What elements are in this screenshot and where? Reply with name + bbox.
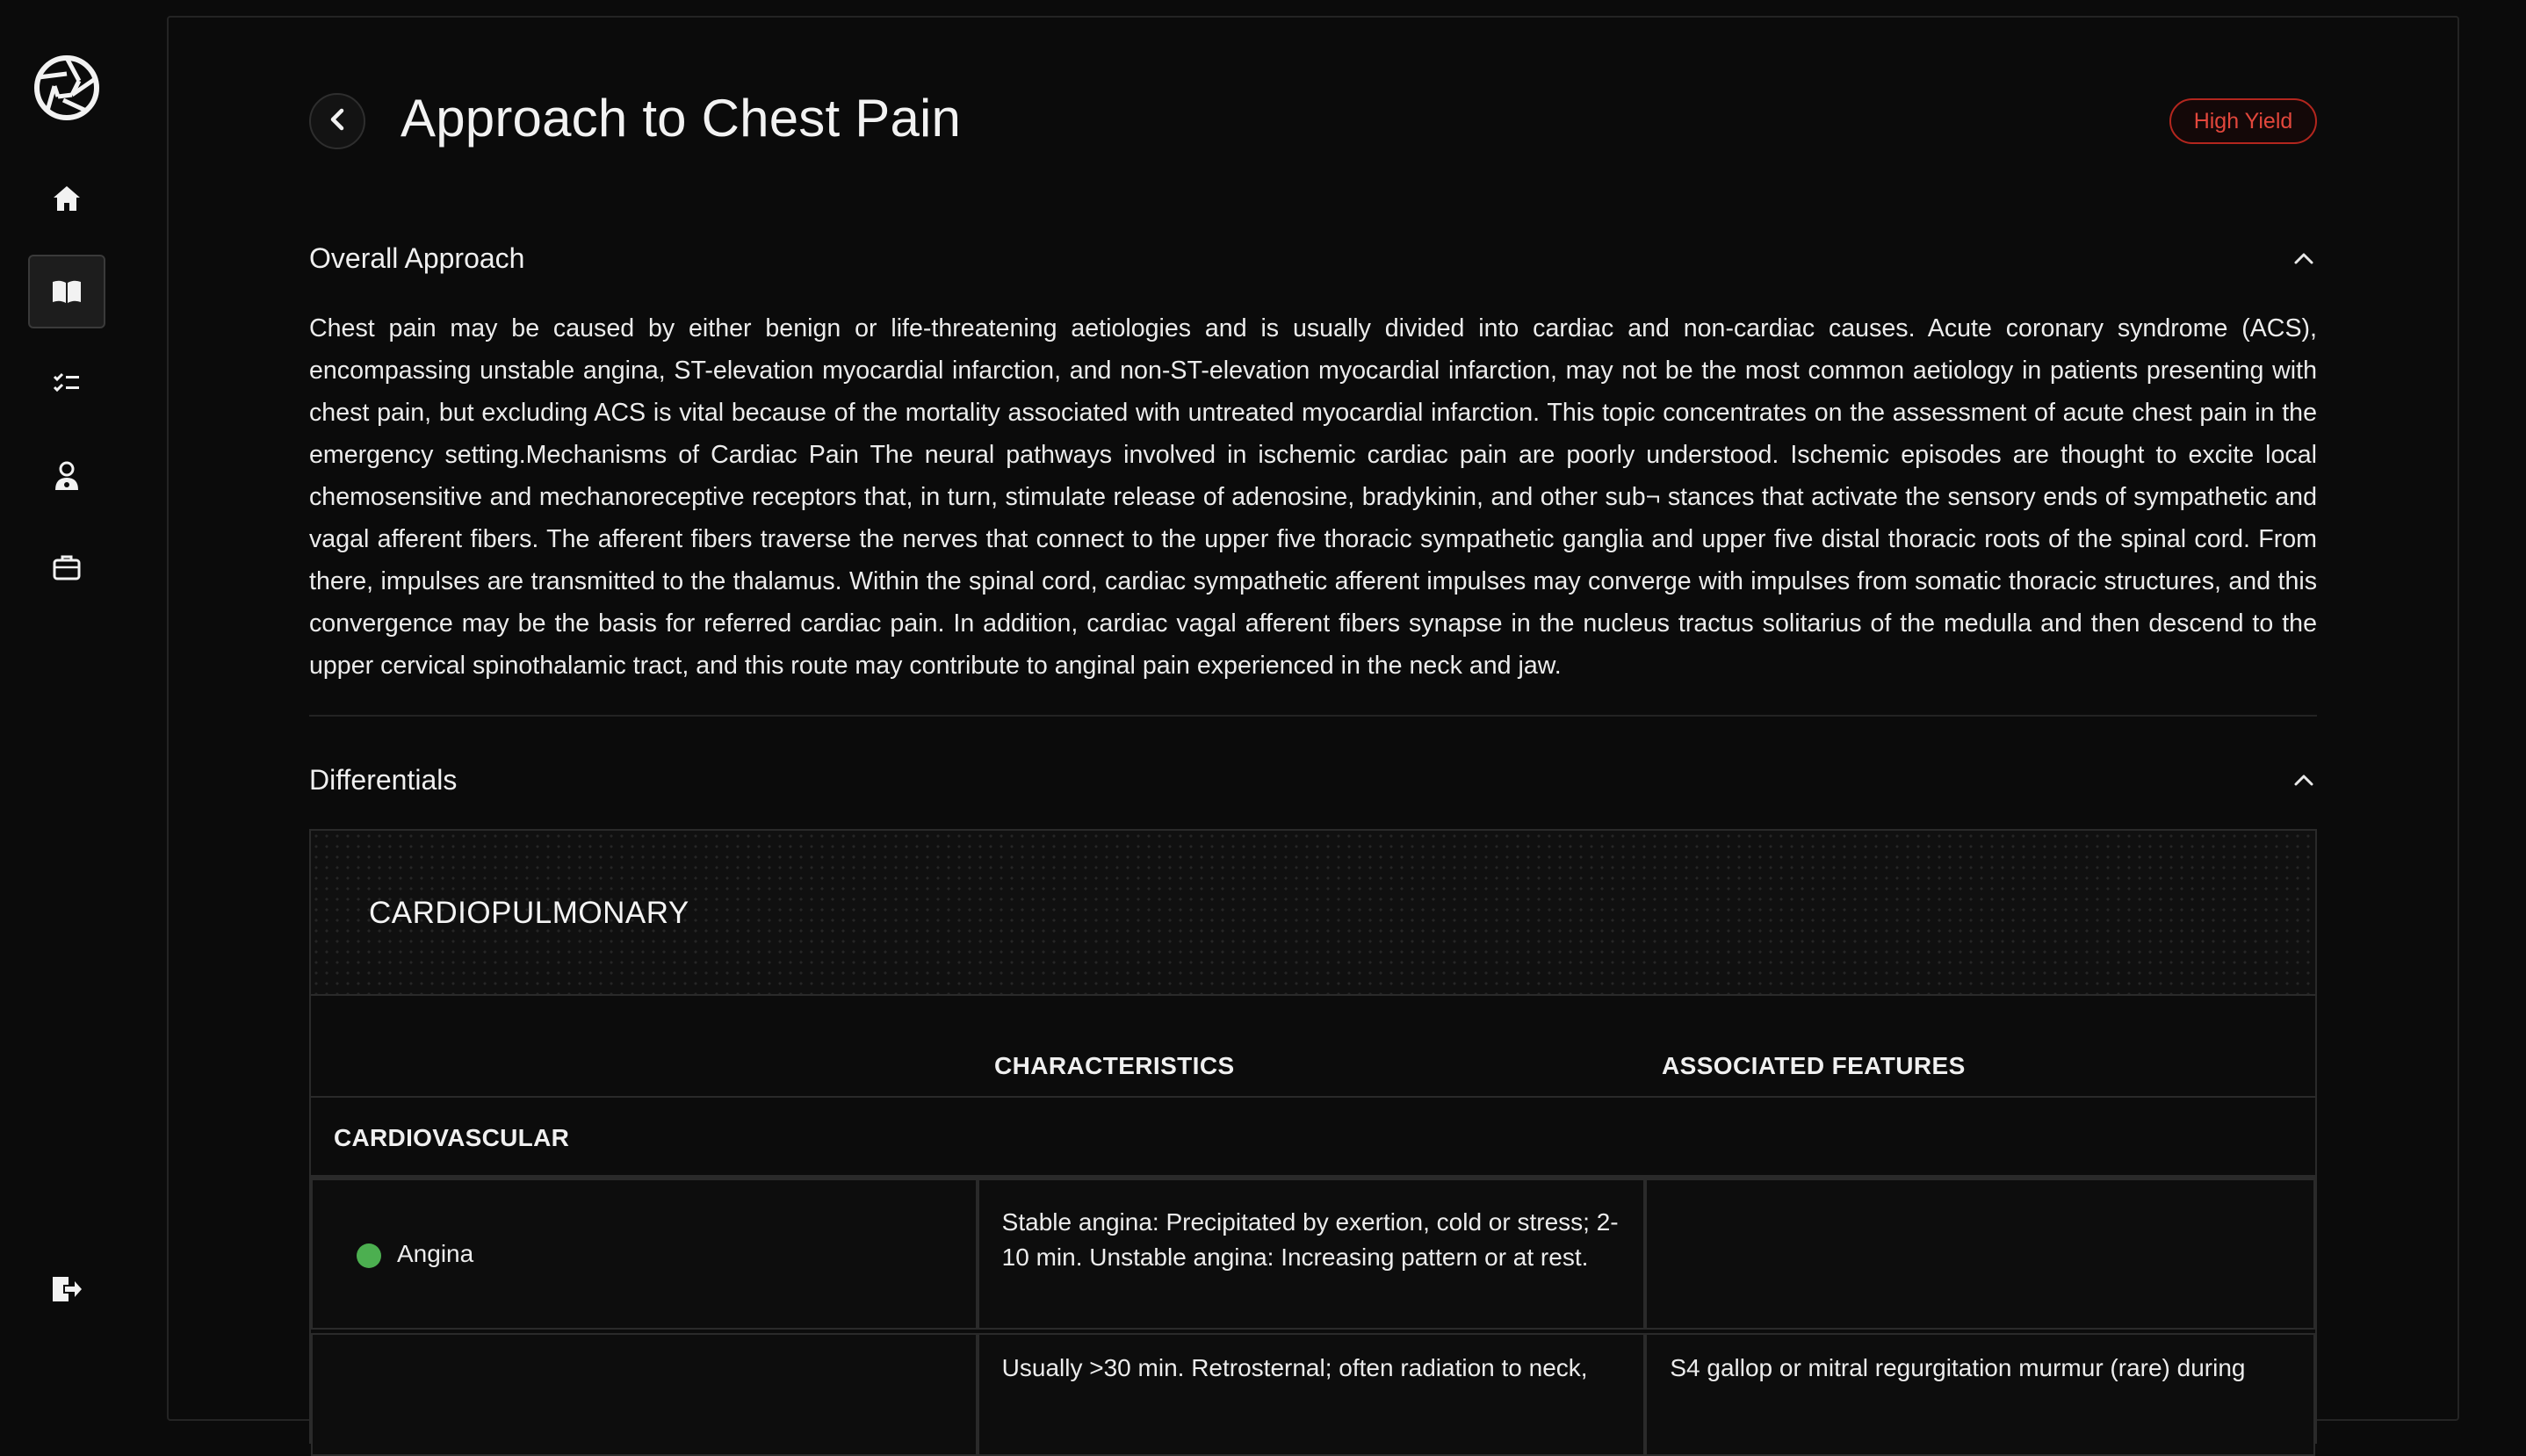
checklist-icon [53,371,81,394]
back-button[interactable] [309,93,365,149]
chevron-left-icon [328,108,347,135]
open-book-icon [51,278,83,305]
associated-features-text: S4 gallop or mitral regurgitation murmur… [1670,1354,2246,1381]
high-yield-badge: High Yield [2169,98,2317,144]
characteristics-text: Usually >30 min. Retrosternal; often rad… [1001,1354,1588,1381]
category-title: CARDIOPULMONARY [369,896,689,930]
logout-button[interactable] [28,1252,105,1326]
section-title: Overall Approach [309,241,525,274]
section-title: Differentials [309,763,458,796]
characteristics-cell: Stable angina: Precipitated by exertion,… [977,1178,1646,1330]
column-header-characteristics: CHARACTERISTICS [994,1052,1235,1079]
column-header-associated-features: ASSOCIATED FEATURES [1662,1052,1966,1079]
nav-checklist[interactable] [28,346,105,420]
app-logo-icon[interactable] [33,54,100,121]
sidebar [0,0,167,1391]
characteristics-cell: Usually >30 min. Retrosternal; often rad… [977,1333,1646,1456]
table-row[interactable]: Angina Stable angina: Precipitated by ex… [311,1178,2315,1330]
group-label: CARDIOVASCULAR [334,1124,570,1151]
page-title: Approach to Chest Pain [401,89,962,148]
condition-cell: Angina [311,1178,978,1330]
home-icon [52,184,82,213]
category-banner: CARDIOPULMONARY [311,831,2315,996]
chevron-up-icon[interactable] [2291,767,2317,793]
nav-doctor[interactable] [28,439,105,513]
section-divider [309,715,2317,717]
nav-home[interactable] [28,162,105,235]
table-row[interactable]: Usually >30 min. Retrosternal; often rad… [311,1333,2315,1456]
logout-icon [51,1275,83,1303]
group-row: CARDIOVASCULAR [311,1098,2315,1178]
condition-name: Angina [397,1240,474,1267]
characteristics-text: Stable angina: Precipitated by exertion,… [1001,1208,1619,1271]
doctor-icon [53,461,81,491]
associated-features-cell: S4 gallop or mitral regurgitation murmur… [1645,1333,2315,1456]
briefcase-icon [53,554,81,580]
nav-cases[interactable] [28,530,105,604]
overall-approach-text: Chest pain may be caused by either benig… [309,314,2317,680]
condition-cell [311,1333,978,1456]
section-differentials-header[interactable]: Differentials [309,753,2317,806]
differentials-table: CARDIOPULMONARY CHARACTERISTICS ASSOCIAT… [309,829,2317,1456]
associated-features-cell [1645,1178,2315,1330]
status-dot-icon [357,1243,381,1268]
chevron-up-icon[interactable] [2291,245,2317,271]
section-overall-approach-header[interactable]: Overall Approach [309,232,2317,285]
nav-library[interactable] [28,255,105,328]
